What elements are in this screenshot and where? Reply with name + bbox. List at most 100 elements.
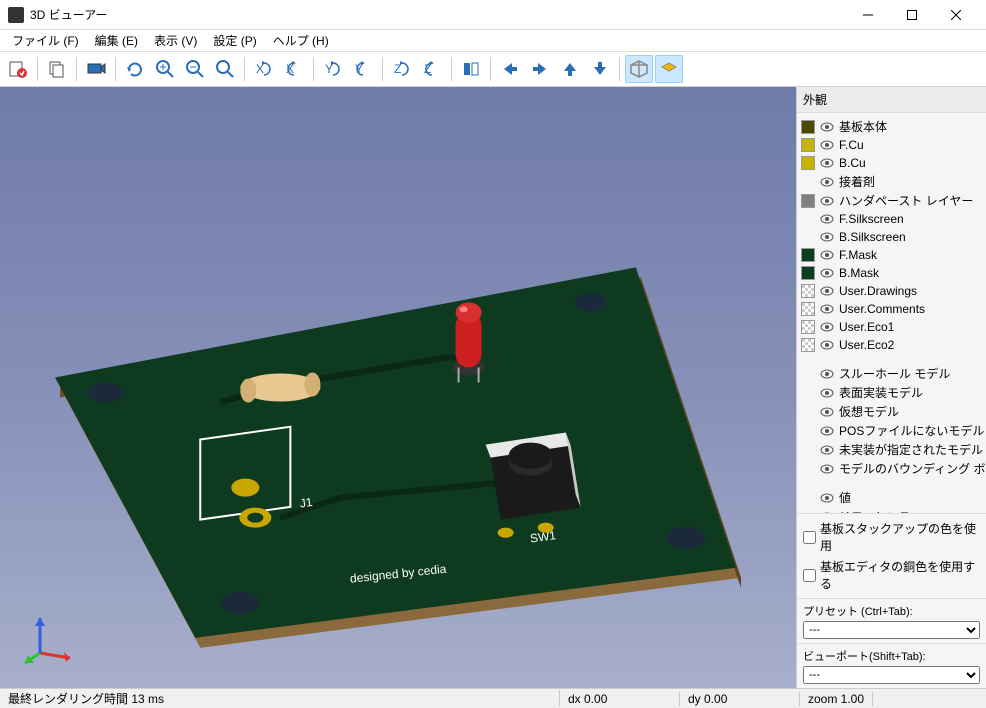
eye-icon[interactable] — [819, 265, 835, 281]
preset-select[interactable]: --- — [803, 621, 980, 639]
eye-icon[interactable] — [819, 247, 835, 263]
layer-row[interactable]: F.Silkscreen — [799, 210, 984, 228]
layer-swatch[interactable] — [801, 212, 815, 226]
eye-icon[interactable] — [819, 319, 835, 335]
layer-row[interactable]: F.Mask — [799, 246, 984, 264]
layer-swatch[interactable] — [801, 338, 815, 352]
eye-icon[interactable] — [819, 229, 835, 245]
stackup-colors-checkbox[interactable] — [803, 531, 816, 544]
model-row[interactable]: スルーホール モデル — [799, 364, 984, 383]
rotate-x-cw-button[interactable]: X — [280, 55, 308, 83]
no-through-toggle-button[interactable] — [655, 55, 683, 83]
rotate-z-ccw-button[interactable]: Z — [388, 55, 416, 83]
layer-swatch[interactable] — [801, 120, 815, 134]
layer-label: B.Cu — [839, 156, 866, 170]
zoom-in-button[interactable] — [151, 55, 179, 83]
rotate-y-ccw-button[interactable]: Y — [319, 55, 347, 83]
flip-button[interactable] — [457, 55, 485, 83]
rotate-x-ccw-button[interactable]: X — [250, 55, 278, 83]
eye-icon[interactable] — [819, 301, 835, 317]
board-editor-colors-checkbox[interactable] — [803, 569, 816, 582]
layer-swatch[interactable] — [801, 284, 815, 298]
eye-icon[interactable] — [819, 423, 835, 439]
layer-swatch[interactable] — [801, 302, 815, 316]
model-row[interactable]: 仮想モデル — [799, 402, 984, 421]
layer-swatch[interactable] — [801, 175, 815, 189]
pan-right-button[interactable] — [526, 55, 554, 83]
pan-down-button[interactable] — [586, 55, 614, 83]
eye-icon[interactable] — [819, 385, 835, 401]
board-editor-colors-checkbox-row[interactable]: 基板エディタの銅色を使用する — [803, 556, 980, 594]
eye-icon[interactable] — [819, 490, 835, 506]
stackup-colors-checkbox-row[interactable]: 基板スタックアップの色を使用 — [803, 518, 980, 556]
ortho-toggle-button[interactable] — [625, 55, 653, 83]
layer-row[interactable]: B.Mask — [799, 264, 984, 282]
layer-swatch[interactable] — [801, 138, 815, 152]
zoom-fit-button[interactable] — [211, 55, 239, 83]
menu-help[interactable]: ヘルプ (H) — [265, 30, 337, 51]
eye-icon[interactable] — [819, 442, 835, 458]
reload-button[interactable] — [4, 55, 32, 83]
menu-view[interactable]: 表示 (V) — [146, 30, 205, 51]
layer-row[interactable]: F.Cu — [799, 136, 984, 154]
model-row[interactable]: モデルのバウンディング ボック — [799, 459, 984, 478]
layer-swatch[interactable] — [801, 194, 815, 208]
refresh-view-button[interactable] — [121, 55, 149, 83]
maximize-button[interactable] — [890, 0, 934, 30]
menubar: ファイル (F) 編集 (E) 表示 (V) 設定 (P) ヘルプ (H) — [0, 30, 986, 52]
layer-row[interactable]: User.Eco2 — [799, 336, 984, 354]
layer-swatch[interactable] — [801, 320, 815, 334]
eye-icon[interactable] — [819, 337, 835, 353]
close-button[interactable] — [934, 0, 978, 30]
layer-swatch[interactable] — [801, 156, 815, 170]
3d-viewport[interactable]: J1 SW1 designed by cedia — [0, 87, 796, 688]
eye-icon[interactable] — [819, 283, 835, 299]
model-row[interactable]: 表面実装モデル — [799, 383, 984, 402]
eye-icon[interactable] — [819, 366, 835, 382]
copy-button[interactable] — [43, 55, 71, 83]
rotate-z-cw-button[interactable]: Z — [418, 55, 446, 83]
layer-list[interactable]: 基板本体F.CuB.Cu接着剤ハンダペースト レイヤーF.SilkscreenB… — [797, 113, 986, 513]
eye-icon[interactable] — [819, 119, 835, 135]
layer-swatch[interactable] — [801, 248, 815, 262]
layer-row[interactable]: B.Cu — [799, 154, 984, 172]
eye-icon[interactable] — [819, 211, 835, 227]
appearance-sidebar: 外観 基板本体F.Cu B.Cu 接着剤ハンダペースト レイヤーF.Silkscre… — [796, 87, 986, 688]
minimize-button[interactable] — [846, 0, 890, 30]
layer-row[interactable]: 接着剤 — [799, 172, 984, 191]
eye-icon[interactable] — [819, 193, 835, 209]
titlebar: 3D ビューアー — [0, 0, 986, 30]
layer-swatch[interactable] — [801, 266, 815, 280]
eye-icon[interactable] — [819, 155, 835, 171]
eye-icon[interactable] — [819, 174, 835, 190]
attr-row[interactable]: 値 — [799, 488, 984, 507]
layer-row[interactable]: ハンダペースト レイヤー — [799, 191, 984, 210]
axes-gizmo — [20, 608, 80, 668]
layer-row[interactable]: User.Eco1 — [799, 318, 984, 336]
sidebar-header: 外観 — [797, 87, 986, 113]
layer-row[interactable]: User.Drawings — [799, 282, 984, 300]
layer-row[interactable]: User.Comments — [799, 300, 984, 318]
rotate-y-cw-button[interactable]: Y — [349, 55, 377, 83]
pan-up-button[interactable] — [556, 55, 584, 83]
layer-label: User.Eco1 — [839, 320, 894, 334]
eye-icon[interactable] — [819, 461, 835, 477]
model-row[interactable]: 未実装が指定されたモデル — [799, 440, 984, 459]
menu-edit[interactable]: 編集 (E) — [87, 30, 146, 51]
statusbar: 最終レンダリング時間 13 ms dx 0.00 dy 0.00 zoom 1.… — [0, 688, 986, 708]
layer-label: User.Eco2 — [839, 338, 894, 352]
zoom-out-button[interactable] — [181, 55, 209, 83]
render-button[interactable] — [82, 55, 110, 83]
board-editor-colors-label: 基板エディタの銅色を使用する — [820, 558, 980, 592]
layer-row[interactable]: B.Silkscreen — [799, 228, 984, 246]
pan-left-button[interactable] — [496, 55, 524, 83]
eye-icon[interactable] — [819, 137, 835, 153]
layer-swatch[interactable] — [801, 230, 815, 244]
viewport-preset-select[interactable]: --- — [803, 666, 980, 684]
menu-file[interactable]: ファイル (F) — [4, 30, 87, 51]
layer-row[interactable]: 基板本体 — [799, 117, 984, 136]
eye-icon[interactable] — [819, 404, 835, 420]
window-title: 3D ビューアー — [30, 6, 846, 23]
model-row[interactable]: POSファイルにないモデル — [799, 421, 984, 440]
menu-settings[interactable]: 設定 (P) — [205, 30, 264, 51]
